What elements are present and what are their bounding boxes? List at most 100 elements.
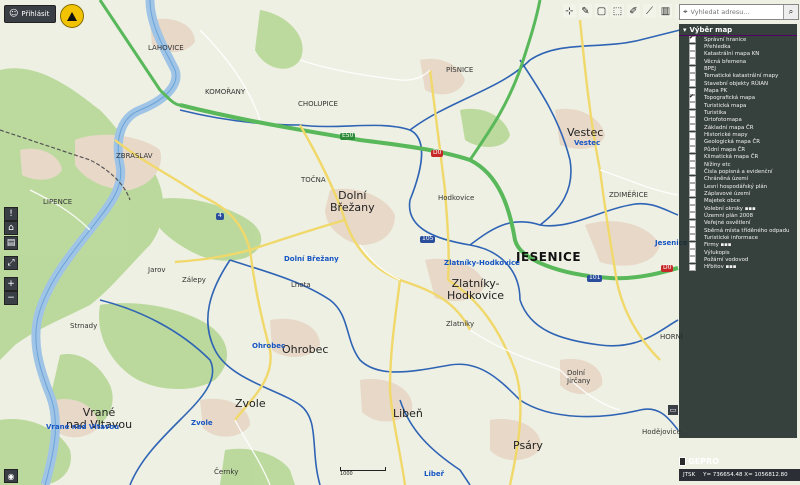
layer-item[interactable]: Geologická mapa ČR: [679, 138, 797, 146]
layer-item[interactable]: Turistická mapa: [679, 102, 797, 110]
layer-item[interactable]: Věcná břemena: [679, 58, 797, 66]
layer-item[interactable]: Mapa PK: [679, 87, 797, 95]
layer-checkbox[interactable]: [689, 175, 696, 183]
layer-label: Firmy ▪▪▪: [704, 242, 732, 249]
login-button[interactable]: ☺ Přihlásit: [4, 5, 57, 23]
layer-label: Katastrální mapa KN: [704, 51, 760, 58]
layer-item[interactable]: Tematické katastrální mapy: [679, 72, 797, 80]
layer-checkbox[interactable]: [689, 80, 696, 88]
measure-icon: ⟋: [646, 5, 653, 17]
layer-label: Hřbitov ▪▪▪: [704, 264, 737, 271]
layer-item[interactable]: Základní mapa ČR: [679, 124, 797, 132]
layer-label: Záplavové území: [704, 190, 751, 197]
layer-checkbox[interactable]: [689, 219, 696, 227]
layer-checkbox[interactable]: [689, 146, 696, 154]
layer-checkbox[interactable]: [689, 93, 696, 102]
layer-item[interactable]: Výlukopis: [679, 249, 797, 257]
layer-checkbox[interactable]: [689, 190, 696, 198]
layer-item[interactable]: Půdní mapa ČR: [679, 146, 797, 154]
layer-checkbox[interactable]: [689, 212, 696, 220]
layer-checkbox[interactable]: [689, 72, 696, 80]
layer-checkbox[interactable]: [689, 65, 696, 73]
layer-item[interactable]: Hřbitov ▪▪▪: [679, 263, 797, 271]
layer-label: BPEJ: [704, 66, 716, 73]
layer-label: Turistika: [704, 110, 727, 117]
layer-item[interactable]: Správní hranice: [679, 34, 797, 44]
layer-item[interactable]: Požární vodovod: [679, 256, 797, 264]
layer-checkbox[interactable]: [689, 205, 696, 213]
layer-item[interactable]: Volební okrsky ▪▪▪: [679, 205, 797, 213]
layer-checkbox[interactable]: [689, 234, 696, 242]
identify-tool[interactable]: ▢: [595, 4, 608, 18]
address-search-input[interactable]: [690, 8, 786, 16]
measure-tool[interactable]: ⟋: [643, 4, 656, 18]
layer-checkbox[interactable]: [689, 197, 696, 205]
layer-checkbox[interactable]: [689, 138, 696, 146]
layer-item[interactable]: Lesní hospodářský plán: [679, 183, 797, 191]
layer-checkbox[interactable]: [689, 58, 696, 66]
layer-item[interactable]: Katastrální mapa KN: [679, 50, 797, 58]
eye-button[interactable]: ◉: [4, 469, 18, 483]
layer-label: Sběrná místa tříděného odpadu: [704, 227, 790, 234]
layer-item[interactable]: Majetek obce: [679, 197, 797, 205]
draw-tool[interactable]: ✐: [627, 4, 640, 18]
layer-checkbox[interactable]: [689, 241, 696, 249]
coordinates-tool[interactable]: ⊹: [563, 4, 576, 18]
layer-checkbox[interactable]: [689, 131, 696, 139]
select-tool[interactable]: ⬚: [611, 4, 624, 18]
layer-checkbox[interactable]: [689, 168, 696, 176]
layer-item[interactable]: Ortofotomapa: [679, 116, 797, 124]
layer-checkbox[interactable]: [689, 43, 696, 51]
layer-checkbox[interactable]: [689, 102, 696, 110]
layer-checkbox[interactable]: [689, 249, 696, 257]
layer-item[interactable]: Přehledka: [679, 43, 797, 51]
zoom-out-button[interactable]: −: [4, 291, 18, 305]
chat-button[interactable]: ▭: [668, 405, 678, 415]
layer-item[interactable]: Chráněná území: [679, 175, 797, 183]
layer-label: Veřejné osvětlení: [704, 220, 751, 227]
crs-label[interactable]: JTSK: [683, 472, 695, 478]
layer-item[interactable]: Nížiny etc: [679, 161, 797, 169]
layer-checkbox[interactable]: [689, 124, 696, 132]
layer-item[interactable]: Záplavové území: [679, 190, 797, 198]
layer-label: Volební okrsky ▪▪▪: [704, 205, 756, 212]
layer-item[interactable]: BPEJ: [679, 65, 797, 73]
layer-checkbox[interactable]: [689, 34, 696, 44]
zoom-in-button[interactable]: +: [4, 277, 18, 291]
print-button[interactable]: ▤: [4, 236, 18, 250]
layer-item[interactable]: Historické mapy: [679, 131, 797, 139]
layer-item[interactable]: Sběrná místa tříděného odpadu: [679, 227, 797, 235]
print-tool[interactable]: ▥: [659, 4, 672, 18]
layer-item[interactable]: Čísla popisná a evidenční: [679, 168, 797, 176]
layer-label: Územní plán 2008: [704, 212, 754, 219]
layer-item[interactable]: Topografická mapa: [679, 93, 797, 102]
layer-item[interactable]: Klimatická mapa ČR: [679, 153, 797, 161]
layer-checkbox[interactable]: [689, 183, 696, 191]
layer-checkbox[interactable]: [689, 116, 696, 124]
fullscreen-button[interactable]: ⤢: [4, 256, 18, 270]
layer-checkbox[interactable]: [689, 256, 696, 264]
layer-checkbox[interactable]: [689, 161, 696, 169]
minus-icon: −: [7, 293, 15, 303]
layer-label: Klimatická mapa ČR: [704, 154, 759, 161]
layer-item[interactable]: Veřejné osvětlení: [679, 219, 797, 227]
search-button[interactable]: ⌕: [783, 5, 798, 19]
layer-panel-header[interactable]: ▾ Výběr map: [679, 24, 797, 36]
layer-checkbox[interactable]: [689, 50, 696, 58]
app-logo[interactable]: [60, 4, 84, 28]
layer-item[interactable]: Turistické informace: [679, 234, 797, 242]
layer-checkbox[interactable]: [689, 263, 696, 271]
layer-label: Základní mapa ČR: [704, 124, 754, 131]
layer-item[interactable]: Územní plán 2008: [679, 212, 797, 220]
print-icon: ▤: [6, 238, 16, 248]
layer-item[interactable]: Turistika: [679, 109, 797, 117]
info-button[interactable]: !: [4, 207, 18, 221]
scale-label: 1000: [340, 471, 353, 477]
layer-checkbox[interactable]: [689, 227, 696, 235]
layer-checkbox[interactable]: [689, 153, 696, 161]
layer-item[interactable]: Firmy ▪▪▪: [679, 241, 797, 249]
home-button[interactable]: ⌂: [4, 221, 18, 235]
layer-item[interactable]: Stavební objekty RÚIAN: [679, 80, 797, 88]
layer-checkbox[interactable]: [689, 109, 696, 117]
comment-tool[interactable]: ✎: [579, 4, 592, 18]
